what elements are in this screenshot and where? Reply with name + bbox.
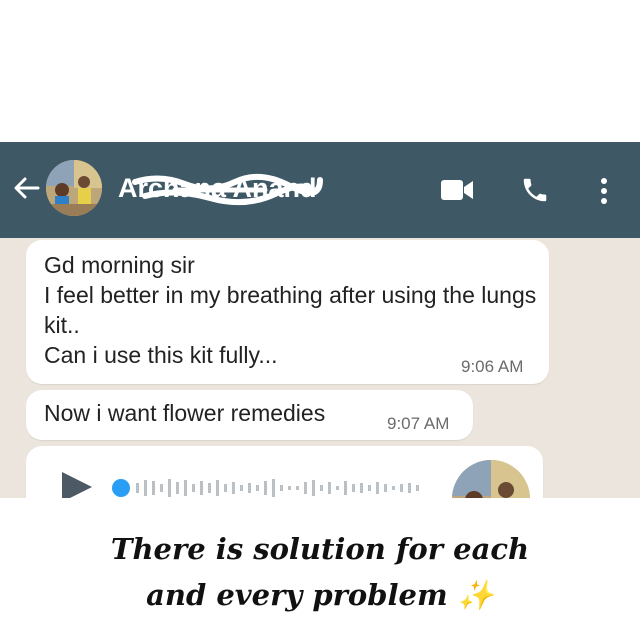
play-icon[interactable] <box>60 472 94 498</box>
top-blank-area <box>0 0 640 142</box>
message-text: Now i want flower remedies <box>44 400 326 426</box>
more-vert-icon[interactable] <box>598 176 610 206</box>
caption-line-2: and every problem ✨ <box>146 578 494 612</box>
video-call-icon[interactable] <box>440 178 474 202</box>
message-text: Gd morning sir I feel better in my breat… <box>44 252 537 368</box>
caption-line-1: There is solution for each <box>110 532 530 566</box>
message-time: 9:06 AM <box>461 357 524 376</box>
chat-area: Gd morning sir I feel better in my breat… <box>0 238 640 498</box>
back-arrow-icon[interactable] <box>10 172 42 204</box>
phone-icon[interactable] <box>520 175 550 205</box>
contact-avatar[interactable] <box>46 160 102 216</box>
message-time: 9:07 AM <box>387 414 450 433</box>
name-redaction-scribble <box>132 173 323 206</box>
voice-waveform[interactable] <box>110 476 430 498</box>
